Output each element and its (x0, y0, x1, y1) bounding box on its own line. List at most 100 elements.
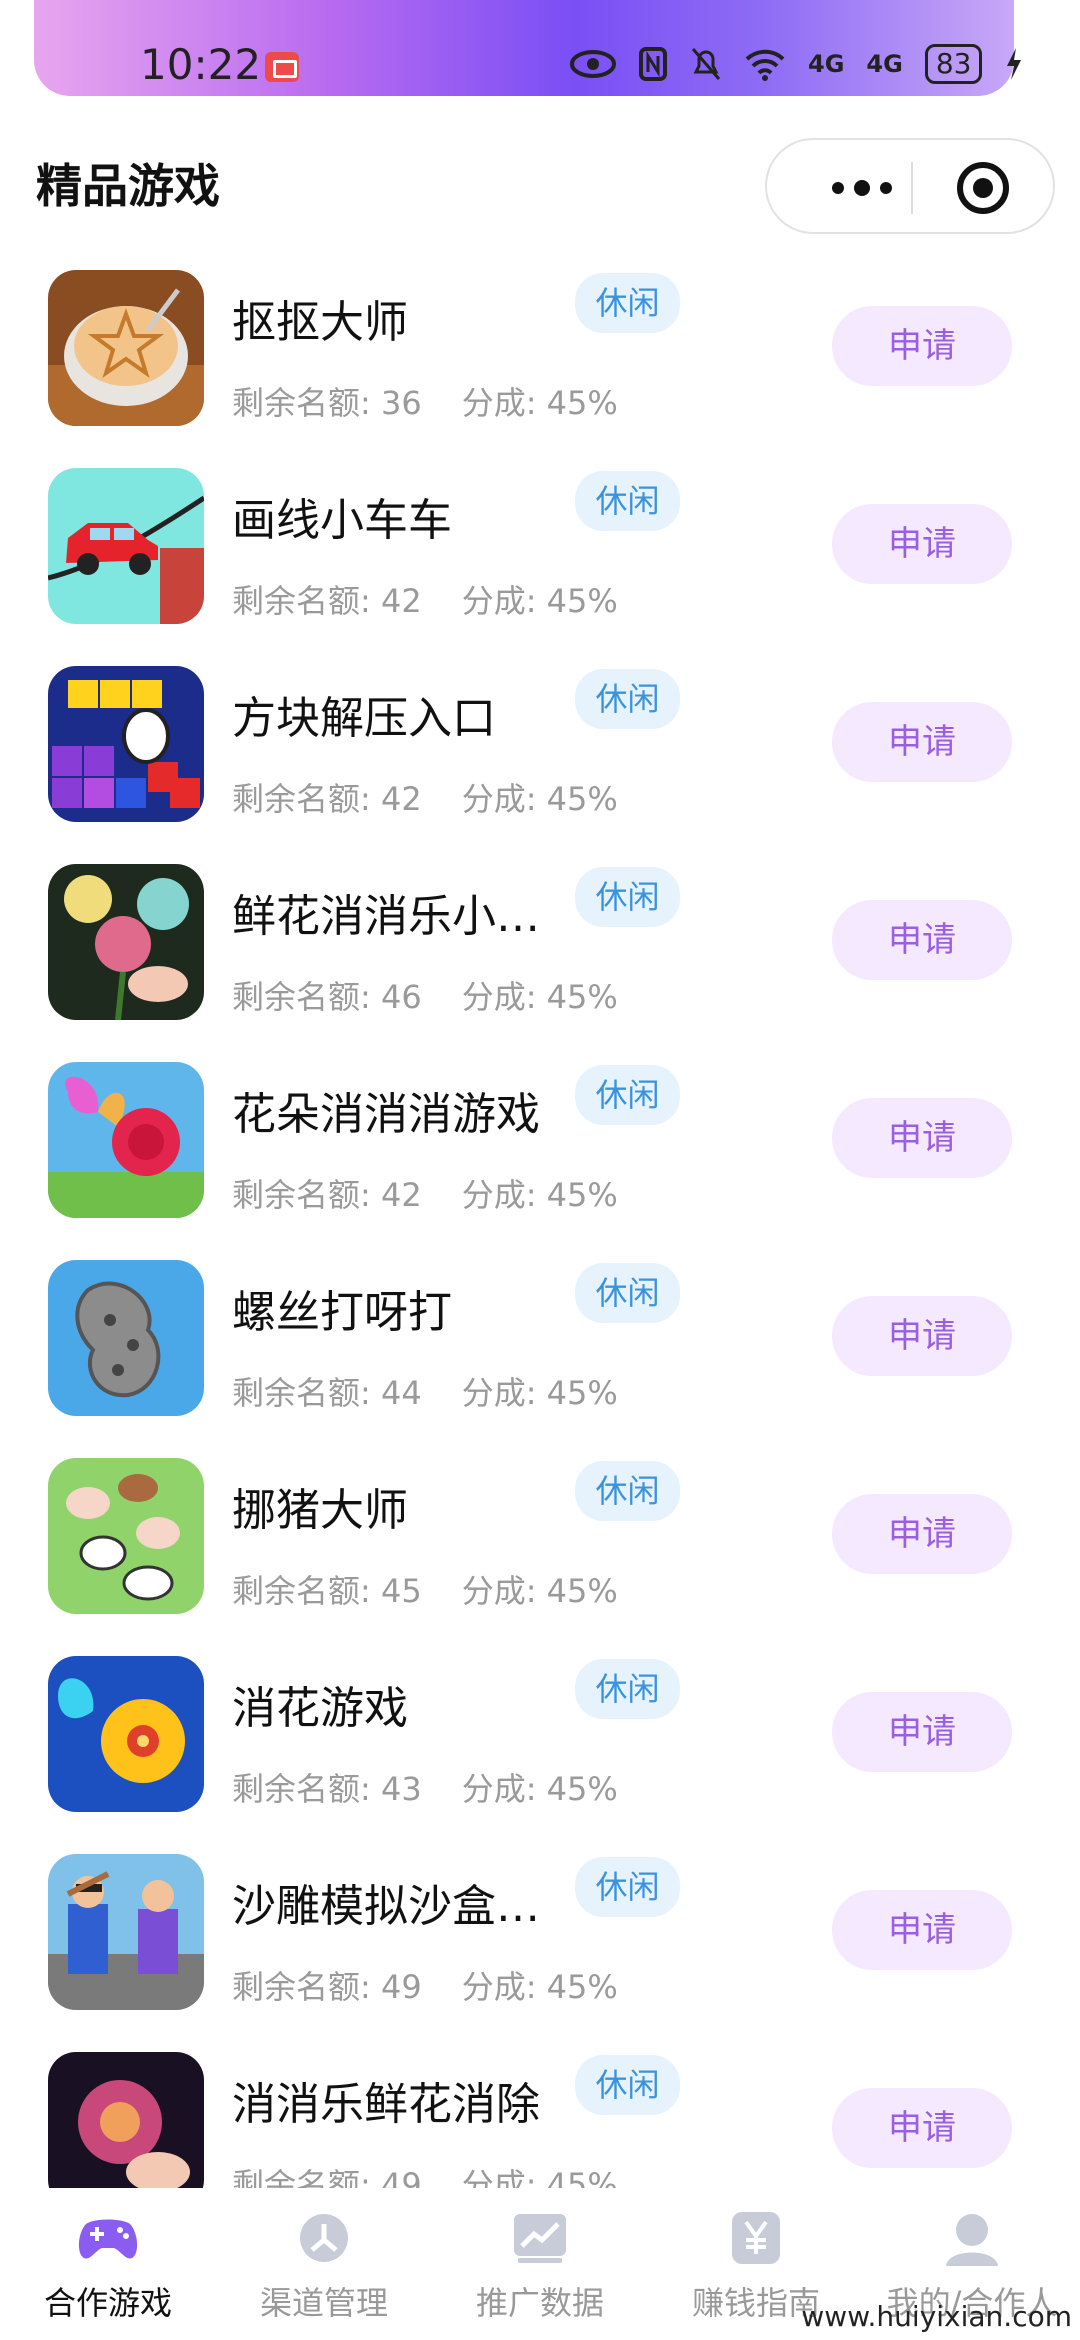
more-dot-icon (880, 182, 892, 194)
game-meta: 剩余名额: 49 分成: 45% (232, 1962, 618, 2008)
revenue-share: 分成: 45% (461, 978, 618, 1016)
channel-icon (300, 2214, 348, 2262)
more-button[interactable] (807, 168, 917, 208)
butterfly-rose-icon (48, 1062, 204, 1218)
revenue-share: 分成: 45% (461, 1572, 618, 1610)
list-item[interactable]: 抠抠大师 休闲 剩余名额: 36 分成: 45% 申请 (0, 248, 1080, 446)
remaining-quota: 剩余名额: 42 (232, 582, 422, 620)
revenue-share: 分成: 45% (461, 384, 618, 422)
category-tag: 休闲 (575, 273, 680, 333)
apply-button[interactable]: 申请 (832, 306, 1012, 386)
close-target-button[interactable] (957, 162, 1009, 214)
game-name: 鲜花消消乐小… (232, 891, 540, 942)
revenue-share: 分成: 45% (461, 2166, 618, 2188)
screw-figure-icon (48, 1260, 204, 1416)
apply-button[interactable]: 申请 (832, 1296, 1012, 1376)
category-tag: 休闲 (575, 1857, 680, 1917)
game-name: 画线小车车 (232, 495, 452, 546)
page-title: 精品游戏 (36, 159, 220, 213)
list-item[interactable]: 螺丝打呀打 休闲 剩余名额: 44 分成: 45% 申请 (0, 1238, 1080, 1436)
game-name: 沙雕模拟沙盒… (232, 1881, 540, 1932)
revenue-share: 分成: 45% (461, 1968, 618, 2006)
list-item[interactable]: 鲜花消消乐小… 休闲 剩余名额: 46 分成: 45% 申请 (0, 842, 1080, 1040)
nfc-icon (639, 47, 667, 81)
game-name: 螺丝打呀打 (232, 1287, 452, 1338)
remaining-quota: 剩余名额: 45 (232, 1572, 422, 1610)
red-car-icon (48, 468, 204, 624)
list-item[interactable]: 挪猪大师 休闲 剩余名额: 45 分成: 45% 申请 (0, 1436, 1080, 1634)
remaining-quota: 剩余名额: 49 (232, 2166, 422, 2188)
more-dot-icon (832, 182, 844, 194)
revenue-share: 分成: 45% (461, 1374, 618, 1412)
game-meta: 剩余名额: 42 分成: 45% (232, 774, 618, 820)
remaining-quota: 剩余名额: 44 (232, 1374, 422, 1412)
game-name: 抠抠大师 (232, 297, 408, 348)
watermark-text: www.huiyixian.com (801, 2300, 1072, 2333)
revenue-share: 分成: 45% (461, 780, 618, 818)
list-item[interactable]: 消消乐鲜花消除 休闲 剩余名额: 49 分成: 45% 申请 (0, 2030, 1080, 2188)
category-tag: 休闲 (575, 669, 680, 729)
apply-button[interactable]: 申请 (832, 2088, 1012, 2168)
gamepad-icon (78, 2219, 138, 2259)
mini-program-capsule (765, 138, 1055, 234)
more-dot-icon (854, 180, 870, 196)
apply-button[interactable]: 申请 (832, 1494, 1012, 1574)
game-name: 挪猪大师 (232, 1485, 408, 1536)
blocks-icon (48, 666, 204, 822)
list-item[interactable]: 画线小车车 休闲 剩余名额: 42 分成: 45% 申请 (0, 446, 1080, 644)
tab-label: 渠道管理 (259, 2284, 388, 2322)
list-item[interactable]: 沙雕模拟沙盒… 休闲 剩余名额: 49 分成: 45% 申请 (0, 1832, 1080, 2030)
yellow-flower-icon (48, 1656, 204, 1812)
status-icons: 4G 4G 83 (570, 44, 1024, 84)
category-tag: 休闲 (575, 1659, 680, 1719)
cookie-star-icon (48, 270, 204, 426)
tab-channel-management[interactable]: 渠道管理 (216, 2210, 432, 2330)
game-meta: 剩余名额: 42 分成: 45% (232, 1170, 618, 1216)
game-name: 花朵消消消游戏 (232, 1089, 540, 1140)
game-meta: 剩余名额: 36 分成: 45% (232, 378, 618, 424)
list-item[interactable]: 方块解压入口 休闲 剩余名额: 42 分成: 45% 申请 (0, 644, 1080, 842)
game-meta: 剩余名额: 44 分成: 45% (232, 1368, 618, 1414)
revenue-share: 分成: 45% (461, 1770, 618, 1808)
category-tag: 休闲 (575, 471, 680, 531)
battery-indicator: 83 (924, 44, 983, 84)
category-tag: 休闲 (575, 2055, 680, 2115)
tab-label: 合作游戏 (43, 2284, 172, 2322)
status-time: 10:22 (140, 40, 262, 89)
remaining-quota: 剩余名额: 42 (232, 780, 422, 818)
remaining-quota: 剩余名额: 43 (232, 1770, 422, 1808)
sandbox-characters-icon (48, 1854, 204, 2010)
tab-label: 推广数据 (475, 2284, 604, 2322)
remaining-quota: 剩余名额: 49 (232, 1968, 422, 2006)
game-meta: 剩余名额: 42 分成: 45% (232, 576, 618, 622)
apply-button[interactable]: 申请 (832, 1890, 1012, 1970)
capsule-divider (911, 162, 913, 214)
mute-bell-icon (691, 48, 721, 80)
remaining-quota: 剩余名额: 46 (232, 978, 422, 1016)
apply-button[interactable]: 申请 (832, 504, 1012, 584)
signal-4g-1: 4G (808, 50, 845, 78)
apply-button[interactable]: 申请 (832, 702, 1012, 782)
tab-cooperation-games[interactable]: 合作游戏 (0, 2210, 216, 2330)
category-tag: 休闲 (575, 1065, 680, 1125)
list-item[interactable]: 消花游戏 休闲 剩余名额: 43 分成: 45% 申请 (0, 1634, 1080, 1832)
remaining-quota: 剩余名额: 42 (232, 1176, 422, 1214)
apply-button[interactable]: 申请 (832, 1692, 1012, 1772)
yen-icon (732, 2212, 780, 2264)
game-meta: 剩余名额: 43 分成: 45% (232, 1764, 618, 1810)
remaining-quota: 剩余名额: 36 (232, 384, 422, 422)
apply-button[interactable]: 申请 (832, 900, 1012, 980)
eye-icon (570, 50, 616, 78)
game-meta: 剩余名额: 46 分成: 45% (232, 972, 618, 1018)
apply-button[interactable]: 申请 (832, 1098, 1012, 1178)
pink-flower-icon (48, 2052, 204, 2188)
charging-icon (1007, 48, 1022, 80)
revenue-share: 分成: 45% (461, 1176, 618, 1214)
user-icon (946, 2214, 998, 2266)
game-name: 消花游戏 (232, 1683, 408, 1734)
game-name: 消消乐鲜花消除 (232, 2079, 540, 2130)
list-item[interactable]: 花朵消消消游戏 休闲 剩余名额: 42 分成: 45% 申请 (0, 1040, 1080, 1238)
tab-promotion-data[interactable]: 推广数据 (432, 2210, 648, 2330)
wifi-icon (745, 49, 785, 81)
game-name: 方块解压入口 (232, 693, 496, 744)
